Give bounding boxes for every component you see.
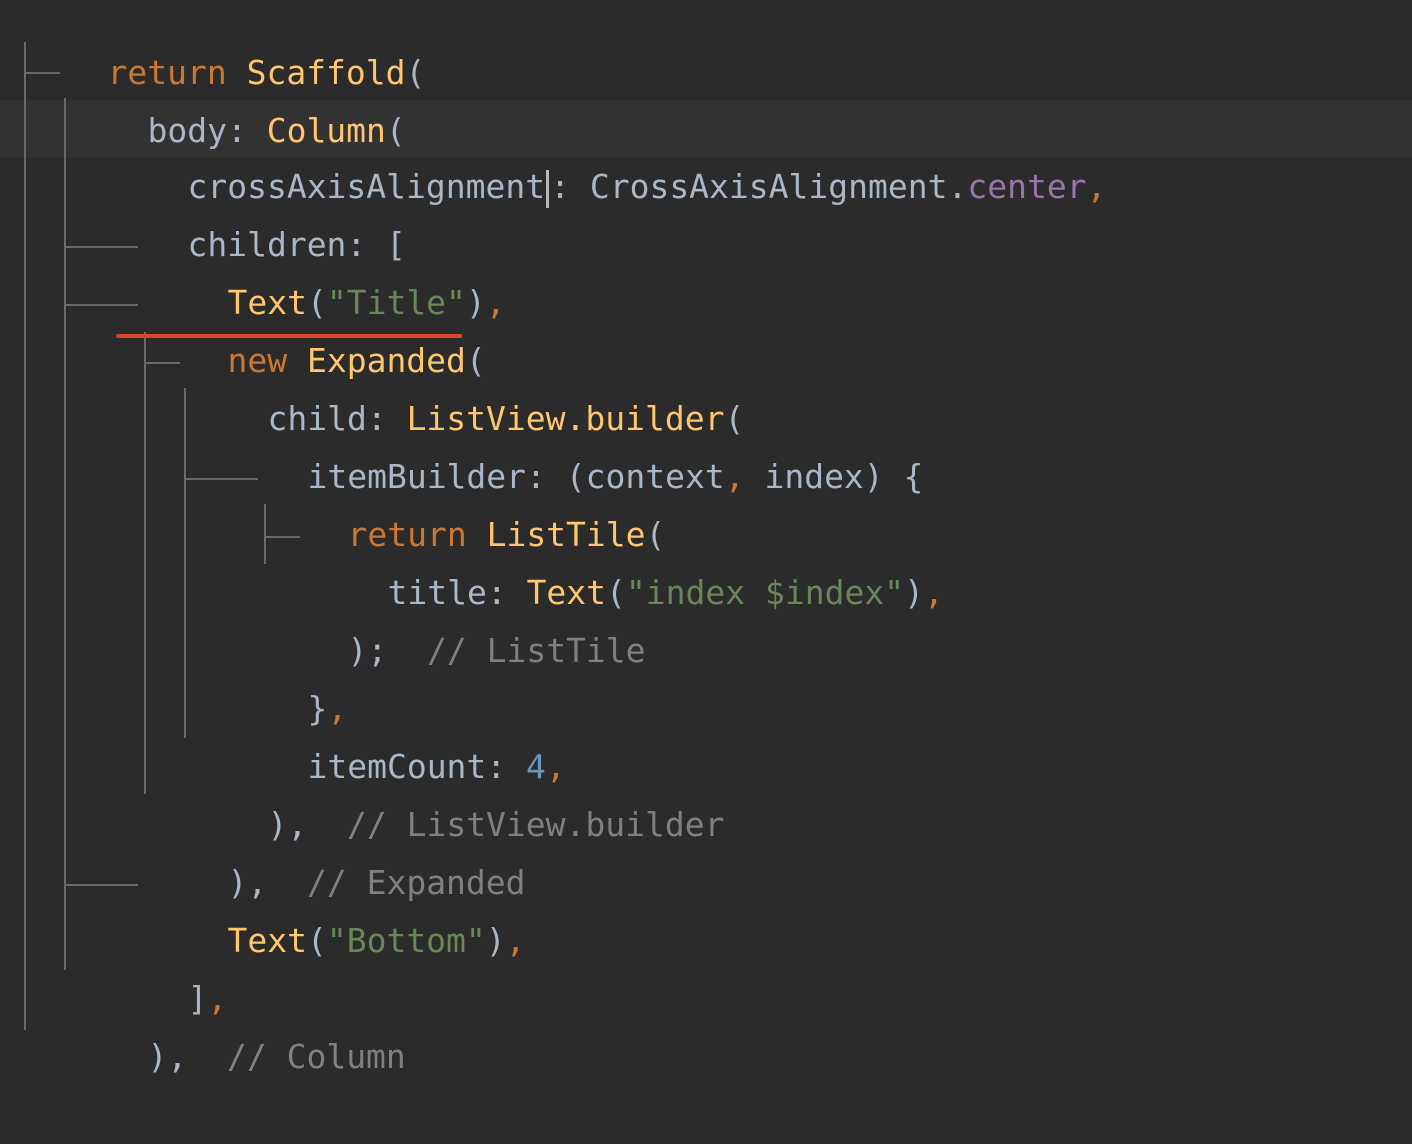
code-line[interactable]: child: ListView.builder(: [188, 332, 744, 438]
class-name: Text: [227, 921, 307, 960]
code-line[interactable]: ), // Column: [68, 970, 405, 1076]
punctuation: );: [347, 631, 388, 670]
indent-guide: [144, 332, 146, 794]
enum-value: center: [967, 167, 1087, 206]
code-line[interactable]: return Scaffold(: [28, 0, 425, 92]
comma: ,: [505, 921, 526, 960]
indent-guide: [24, 42, 26, 1030]
text-cursor: [546, 169, 550, 208]
comma: ,: [1086, 167, 1107, 206]
punctuation: ): [485, 921, 506, 960]
code-line[interactable]: },: [228, 622, 347, 728]
punctuation: ),: [147, 1037, 188, 1076]
code-text: : CrossAxisAlignment.: [550, 167, 968, 206]
comma: ,: [724, 457, 745, 496]
code-line[interactable]: ],: [108, 912, 227, 1018]
code-line[interactable]: title: Text("index $index"),: [308, 506, 943, 612]
code-line[interactable]: children: [: [108, 158, 406, 264]
comment: // ListTile: [426, 631, 646, 670]
code-line[interactable]: body: Column(: [68, 44, 405, 150]
code-line[interactable]: Text("Bottom"),: [148, 854, 525, 960]
comma: ,: [923, 573, 944, 612]
punctuation: (: [306, 921, 327, 960]
code-line[interactable]: itemBuilder: (context, index) {: [228, 390, 923, 496]
code-editor[interactable]: return Scaffold( body: Column( crossAxis…: [0, 0, 1412, 1076]
code-line[interactable]: ), // Expanded: [148, 796, 525, 902]
code-line[interactable]: itemCount: 4,: [228, 680, 565, 786]
code-line[interactable]: new Expanded(: [148, 274, 485, 380]
code-line[interactable]: return ListTile(: [268, 448, 665, 554]
string-literal: "Bottom": [326, 921, 486, 960]
indent-guide: [64, 98, 66, 970]
indent-guide: [64, 884, 138, 886]
code-text: index) {: [744, 457, 924, 496]
code-line[interactable]: Text("Title"),: [148, 216, 505, 322]
code-line[interactable]: ), // ListView.builder: [188, 738, 724, 844]
string-literal: "index $index": [625, 573, 905, 612]
code-line[interactable]: crossAxisAlignment: CrossAxisAlignment.c…: [108, 100, 1106, 208]
comment: // Column: [226, 1037, 406, 1076]
code-line[interactable]: ); // ListTile: [268, 564, 645, 670]
punctuation: ): [904, 573, 924, 612]
comma: ,: [485, 283, 506, 322]
punctuation: (: [405, 53, 426, 92]
